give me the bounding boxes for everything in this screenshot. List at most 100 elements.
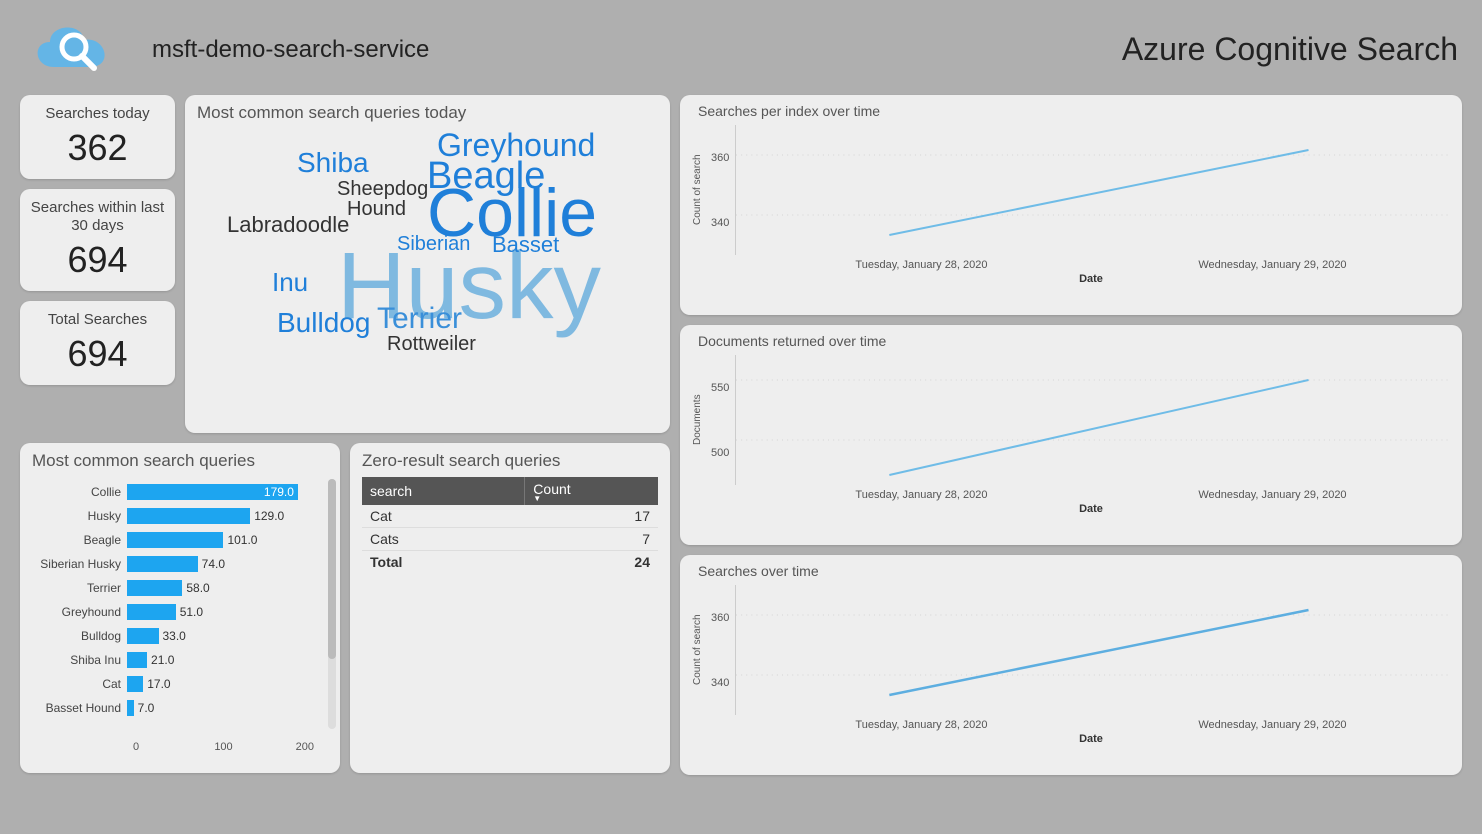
wordcloud-word[interactable]: Terrier [377, 304, 462, 334]
col-search-header[interactable]: search [362, 477, 525, 505]
cell-count: 7 [525, 528, 658, 551]
brand-title: Azure Cognitive Search [1122, 31, 1458, 68]
y-tick: 500 [711, 447, 729, 459]
wordcloud-word[interactable]: Greyhound [437, 129, 595, 161]
bar-fill [127, 556, 198, 572]
bar-value: 129.0 [254, 509, 284, 523]
stats-column: Searches today 362 Searches within last … [20, 95, 175, 433]
bar-row[interactable]: Shiba Inu21.0 [32, 649, 318, 670]
bar-row[interactable]: Bulldog33.0 [32, 625, 318, 646]
bar-fill [127, 532, 223, 548]
bar-label: Basset Hound [32, 701, 127, 715]
sort-desc-icon: ▼ [533, 497, 650, 501]
wordcloud-word[interactable]: Siberian [397, 234, 470, 254]
top-row: Searches today 362 Searches within last … [20, 95, 670, 433]
x-tick: Tuesday, January 28, 2020 [855, 489, 987, 501]
bar-row[interactable]: Terrier58.0 [32, 577, 318, 598]
table-row[interactable]: Cat17 [362, 505, 658, 528]
wordcloud-word[interactable]: Inu [272, 269, 308, 295]
bar-track: 33.0 [127, 628, 318, 644]
wordcloud-word[interactable]: Shiba [297, 149, 369, 177]
bar-track: 21.0 [127, 652, 318, 668]
cell-count: 17 [525, 505, 658, 528]
bar-row[interactable]: Collie179.0 [32, 481, 318, 502]
scrollbar[interactable] [328, 479, 336, 729]
bar-track: 7.0 [127, 700, 318, 716]
barchart-title: Most common search queries [32, 451, 328, 471]
y-tick: 360 [711, 152, 729, 164]
bar-row[interactable]: Siberian Husky74.0 [32, 553, 318, 574]
wordcloud-word[interactable]: Rottweiler [387, 334, 476, 354]
wordcloud-title: Most common search queries today [197, 103, 658, 123]
wordcloud-word[interactable]: Hound [347, 199, 406, 219]
bar-fill: 179.0 [127, 484, 298, 500]
bar-track: 58.0 [127, 580, 318, 596]
bar-fill [127, 652, 147, 668]
stat-total-searches[interactable]: Total Searches 694 [20, 301, 175, 385]
bar-label: Beagle [32, 533, 127, 547]
y-tick: 340 [711, 217, 729, 229]
bar-row[interactable]: Basset Hound 7.0 [32, 697, 318, 718]
barchart-card[interactable]: Most common search queries Collie179.0 Hu… [20, 443, 340, 773]
bar-track: 179.0 [127, 484, 318, 500]
x-ticks: Tuesday, January 28, 2020 Wednesday, Jan… [750, 489, 1452, 501]
col-search-label: search [370, 483, 412, 499]
plot-area [735, 585, 1452, 715]
x-axis-label: Date [730, 503, 1452, 515]
bar-track: 51.0 [127, 604, 318, 620]
bar-track: 101.0 [127, 532, 318, 548]
x-axis-label: Date [730, 273, 1452, 285]
chart-title: Searches per index over time [698, 103, 1452, 119]
bar-row[interactable]: Husky 129.0 [32, 505, 318, 526]
right-column: Searches per index over time Count of se… [680, 95, 1462, 775]
stat-label: Searches within last 30 days [28, 199, 167, 235]
table-row[interactable]: Cats7 [362, 528, 658, 551]
wordcloud-word[interactable]: Sheepdog [337, 179, 428, 199]
y-axis-label: Count of search [690, 125, 705, 255]
bar-label: Cat [32, 677, 127, 691]
bar-value: 17.0 [147, 677, 170, 691]
wordcloud-word[interactable]: Bulldog [277, 309, 370, 337]
col-count-header[interactable]: Count▼ [525, 477, 658, 505]
chart-body: Documents 550 500 [690, 355, 1452, 485]
y-tick: 340 [711, 677, 729, 689]
bar-value: 58.0 [186, 581, 209, 595]
chart-body: Count of search 360 340 [690, 125, 1452, 255]
wordcloud-word[interactable]: Labradoodle [227, 214, 349, 236]
y-ticks: 360 340 [705, 585, 735, 715]
table-total-row: Total24 [362, 551, 658, 574]
axis-tick: 200 [254, 741, 328, 753]
linechart-documents-returned[interactable]: Documents returned over time Documents 5… [680, 325, 1462, 545]
stat-value: 362 [28, 127, 167, 169]
wordcloud-card[interactable]: Most common search queries today HuskyCo… [185, 95, 670, 433]
x-tick: Tuesday, January 28, 2020 [855, 719, 987, 731]
linechart-searches-per-index[interactable]: Searches per index over time Count of se… [680, 95, 1462, 315]
bar-label: Husky [32, 509, 127, 523]
plot-area [735, 355, 1452, 485]
bar-row[interactable]: Greyhound51.0 [32, 601, 318, 622]
cloud-search-icon [24, 12, 120, 87]
bar-value: 7.0 [138, 701, 155, 715]
zero-result-card[interactable]: Zero-result search queries search Count▼… [350, 443, 670, 773]
x-tick: Tuesday, January 28, 2020 [855, 259, 987, 271]
total-value: 24 [525, 551, 658, 574]
total-label: Total [362, 551, 525, 574]
chart-title: Documents returned over time [698, 333, 1452, 349]
bar-fill [127, 508, 250, 524]
stat-value: 694 [28, 333, 167, 375]
bar-row[interactable]: Beagle101.0 [32, 529, 318, 550]
plot-area [735, 125, 1452, 255]
linechart-searches-over-time[interactable]: Searches over time Count of search 360 3… [680, 555, 1462, 775]
bar-row[interactable]: Cat 17.0 [32, 673, 318, 694]
wordcloud-word[interactable]: Basset [492, 234, 559, 256]
y-axis-label: Documents [690, 355, 705, 485]
header-left: msft-demo-search-service [24, 12, 429, 87]
wordcloud: HuskyCollieBeagleGreyhoundTerrierBulldog… [197, 129, 658, 409]
stat-searches-30d[interactable]: Searches within last 30 days 694 [20, 189, 175, 291]
table-header-row: search Count▼ [362, 477, 658, 505]
bar-fill [127, 604, 176, 620]
stat-label: Total Searches [28, 311, 167, 329]
header: msft-demo-search-service Azure Cognitive… [0, 0, 1482, 95]
stat-searches-today[interactable]: Searches today 362 [20, 95, 175, 179]
y-axis-label: Count of search [690, 585, 705, 715]
